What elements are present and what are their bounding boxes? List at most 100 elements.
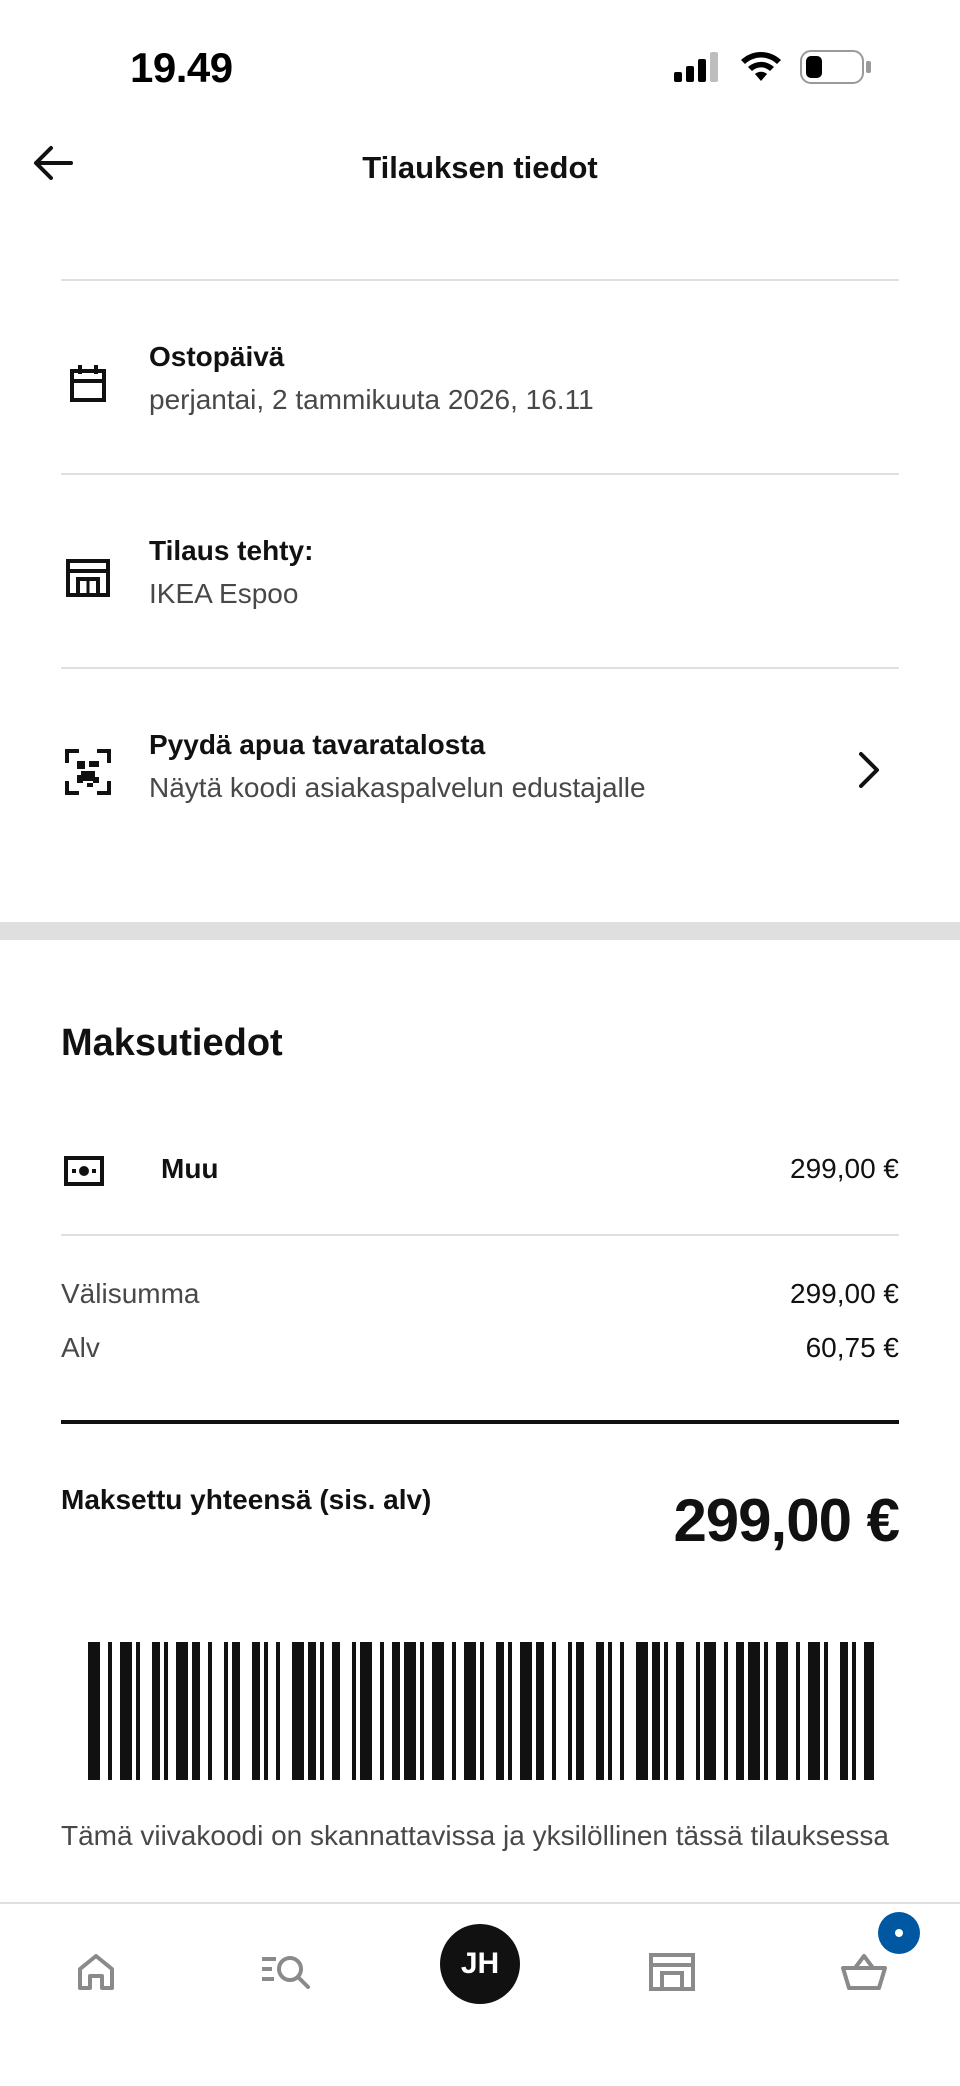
cash-icon: [63, 1155, 105, 1192]
header: Tilauksen tiedot: [0, 130, 960, 210]
divider: [61, 1234, 899, 1236]
barcode-bar: [508, 1642, 512, 1780]
basket-badge: [878, 1912, 920, 1954]
barcode-bar: [152, 1642, 160, 1780]
barcode-bar: [464, 1642, 476, 1780]
barcode-bar: [352, 1642, 356, 1780]
barcode-bar: [776, 1642, 788, 1780]
barcode-bar: [320, 1642, 324, 1780]
barcode-bar: [332, 1642, 340, 1780]
profile-avatar[interactable]: JH: [440, 1924, 520, 2004]
barcode-bar: [164, 1642, 168, 1780]
barcode-bar: [480, 1642, 484, 1780]
barcode-bar: [652, 1642, 660, 1780]
order-barcode: [88, 1642, 874, 1780]
store-help-title: Pyydä apua tavaratalosta: [149, 729, 486, 760]
barcode-bar: [276, 1642, 280, 1780]
store-icon: [61, 551, 115, 605]
bottom-navigation: JH: [0, 1902, 960, 2086]
barcode-bar: [224, 1642, 228, 1780]
order-store-value: IKEA Espoo: [149, 578, 299, 609]
subtotal-label: Välisumma: [61, 1278, 200, 1309]
barcode-bar: [520, 1642, 532, 1780]
status-icons: [674, 50, 872, 89]
barcode-bar: [432, 1642, 444, 1780]
barcode-bar: [620, 1642, 624, 1780]
wifi-icon: [740, 51, 782, 88]
battery-icon: [800, 50, 872, 89]
barcode-bar: [552, 1642, 556, 1780]
barcode-bar: [420, 1642, 424, 1780]
barcode-bar: [108, 1642, 112, 1780]
barcode-bar: [264, 1642, 268, 1780]
total-amount: 299,00 €: [673, 1487, 900, 1554]
total-separator: [61, 1420, 899, 1424]
barcode-bar: [360, 1642, 372, 1780]
barcode-bar: [392, 1642, 400, 1780]
barcode-bar: [864, 1642, 874, 1780]
barcode-note: Tämä viivakoodi on skannattavissa ja yks…: [61, 1820, 889, 1851]
barcode-bar: [452, 1642, 456, 1780]
barcode-bar: [496, 1642, 504, 1780]
barcode-bar: [764, 1642, 768, 1780]
barcode-bar: [748, 1642, 760, 1780]
home-icon: [76, 1953, 116, 1996]
order-store-row: Tilaus tehty: IKEA Espoo: [61, 527, 899, 717]
page-title: Tilauksen tiedot: [362, 150, 598, 185]
barcode-bar: [308, 1642, 316, 1780]
barcode-bar: [824, 1642, 828, 1780]
purchase-date-title: Ostopäivä: [149, 341, 285, 372]
section-separator: [0, 922, 960, 940]
barcode-bar: [252, 1642, 260, 1780]
barcode-bar: [404, 1642, 416, 1780]
cellular-signal-icon: [674, 52, 722, 87]
barcode-bar: [136, 1642, 140, 1780]
status-bar: 19.49: [0, 0, 960, 140]
barcode-bar: [724, 1642, 728, 1780]
divider: [61, 279, 899, 281]
divider: [61, 667, 899, 669]
store-help-subtitle: Näytä koodi asiakaspalvelun edustajalle: [149, 772, 646, 803]
search-list-icon: [260, 1953, 312, 1996]
barcode-bar: [676, 1642, 684, 1780]
subtotal-value: 299,00 €: [790, 1278, 899, 1309]
barcode-bar: [88, 1642, 100, 1780]
barcode-bar: [704, 1642, 716, 1780]
store-help-row[interactable]: Pyydä apua tavaratalosta Näytä koodi asi…: [61, 721, 899, 911]
barcode-bar: [232, 1642, 240, 1780]
barcode-bar: [380, 1642, 384, 1780]
barcode-bar: [636, 1642, 648, 1780]
nav-stores[interactable]: [632, 1934, 712, 2014]
purchase-date-row: Ostopäivä perjantai, 2 tammikuuta 2026, …: [61, 333, 899, 523]
qr-code-icon: [61, 745, 115, 799]
calendar-icon: [61, 357, 115, 411]
barcode-bar: [696, 1642, 700, 1780]
payment-method-amount: 299,00 €: [790, 1153, 899, 1184]
barcode-bar: [808, 1642, 820, 1780]
barcode-bar: [208, 1642, 212, 1780]
chevron-right-icon: [849, 745, 889, 795]
barcode-bar: [576, 1642, 584, 1780]
badge-dot: [895, 1929, 903, 1937]
status-time: 19.49: [130, 44, 233, 91]
vat-value: 60,75 €: [805, 1332, 899, 1363]
total-label: Maksettu yhteensä (sis. alv): [61, 1484, 432, 1515]
divider: [61, 473, 899, 475]
barcode-bar: [736, 1642, 744, 1780]
barcode-bar: [176, 1642, 188, 1780]
nav-home[interactable]: [56, 1934, 136, 2014]
barcode-bar: [120, 1642, 132, 1780]
vat-row: Alv 60,75 €: [61, 1332, 899, 1372]
barcode-bar: [664, 1642, 668, 1780]
barcode-bar: [852, 1642, 856, 1780]
barcode-bar: [536, 1642, 544, 1780]
basket-icon: [841, 1952, 887, 1997]
barcode-bar: [596, 1642, 604, 1780]
vat-label: Alv: [61, 1332, 100, 1363]
barcode-bar: [840, 1642, 848, 1780]
payment-method-label: Muu: [161, 1153, 219, 1184]
subtotal-row: Välisumma 299,00 €: [61, 1278, 899, 1318]
nav-search[interactable]: [246, 1934, 326, 2014]
barcode-bar: [608, 1642, 612, 1780]
payment-section-title: Maksutiedot: [61, 1022, 283, 1064]
